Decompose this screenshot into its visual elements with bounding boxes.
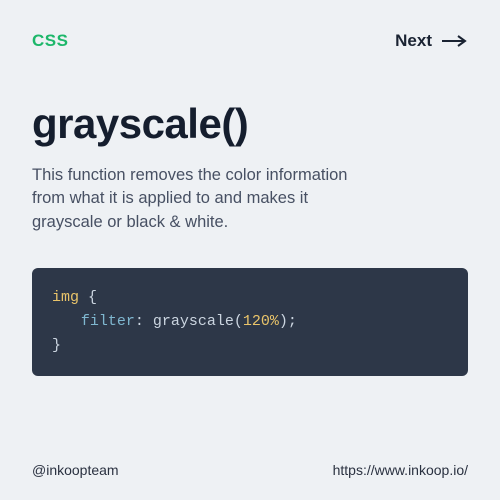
code-line-3: }	[52, 334, 448, 358]
page-title: grayscale()	[32, 100, 468, 148]
code-selector: img	[52, 289, 79, 306]
code-block: img { filter: grayscale(120%); }	[32, 268, 468, 376]
header: CSS Next	[32, 30, 468, 52]
code-func-name: grayscale	[153, 313, 234, 330]
category-badge: CSS	[32, 31, 68, 51]
social-handle: @inkoopteam	[32, 462, 119, 478]
next-button[interactable]: Next	[395, 30, 468, 52]
code-line-1: img {	[52, 286, 448, 310]
code-value: 120%	[243, 313, 279, 330]
code-brace-close: }	[52, 337, 61, 354]
code-semicolon: ;	[288, 313, 297, 330]
code-brace-open: {	[88, 289, 97, 306]
footer: @inkoopteam https://www.inkoop.io/	[32, 462, 468, 478]
next-label: Next	[395, 31, 432, 51]
arrow-right-icon	[442, 29, 468, 51]
code-paren-open: (	[234, 313, 243, 330]
code-property: filter	[81, 313, 135, 330]
code-colon: :	[135, 313, 144, 330]
website-url: https://www.inkoop.io/	[333, 462, 468, 478]
code-line-2: filter: grayscale(120%);	[52, 310, 448, 334]
code-paren-close: )	[279, 313, 288, 330]
description-text: This function removes the color informat…	[32, 164, 372, 234]
